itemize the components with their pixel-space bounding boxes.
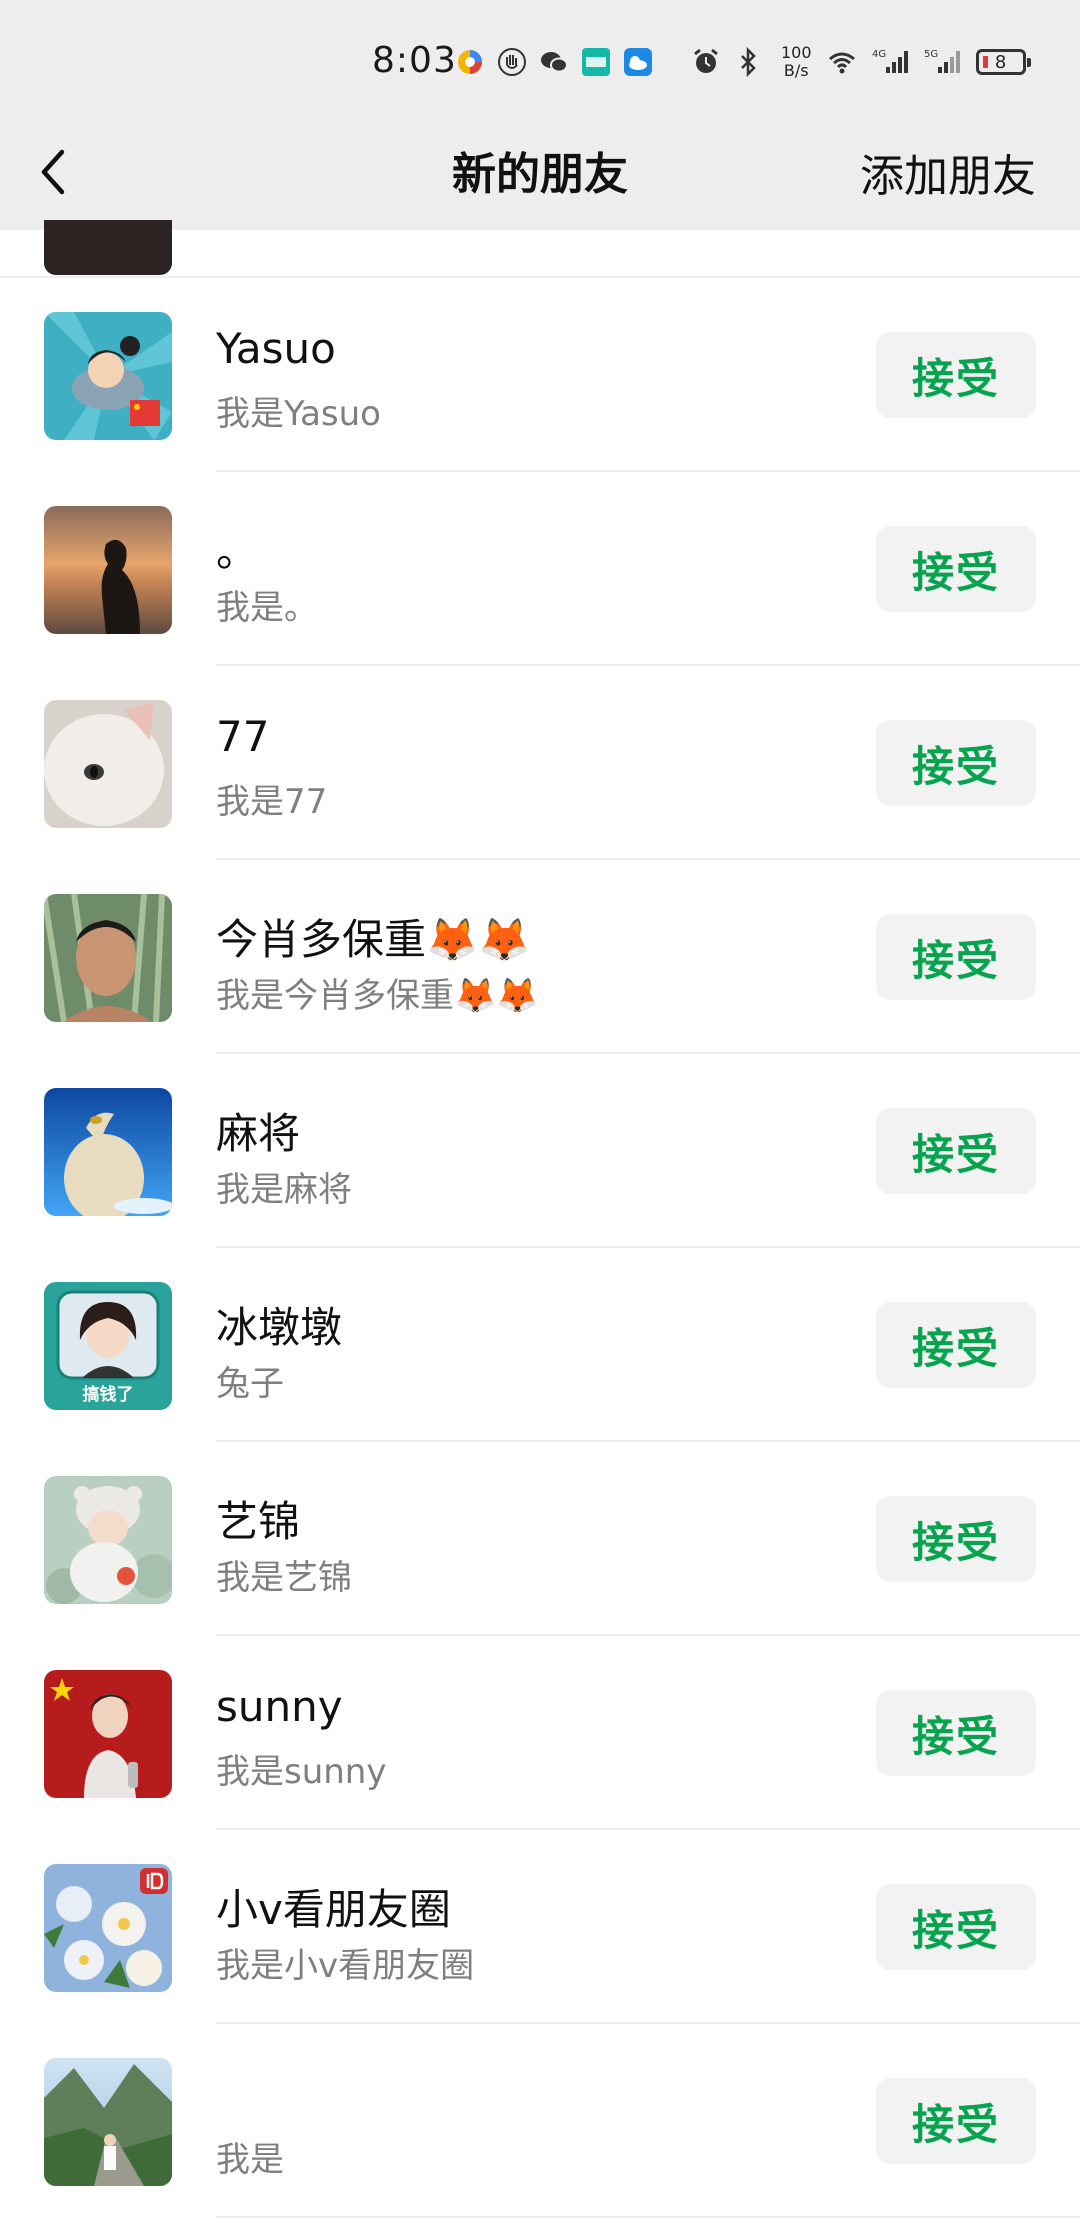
accept-button[interactable]: 接受 [876,1302,1036,1388]
status-icons: 100 B/s 4G 5G 8 [455,42,1031,82]
avatar[interactable] [44,312,172,440]
nav-bar: 新的朋友 添加朋友 [0,120,1080,230]
list-item[interactable]: 小v看朋友圈 我是小v看朋友圈 接受 [0,1830,1080,2024]
signal-icon: 4G [872,49,908,73]
accept-button[interactable]: 接受 [876,526,1036,612]
avatar[interactable] [44,2058,172,2186]
svg-text:搞钱了: 搞钱了 [83,1384,134,1405]
list-item[interactable]: 搞钱了 冰墩墩 兔子 接受 [0,1248,1080,1442]
list-item-partial [0,220,1080,278]
status-bar: 8:03 100 B/s 4G 5G 8 [0,0,1080,120]
avatar[interactable] [44,1088,172,1216]
battery-icon: 8 [975,49,1031,75]
request-name: 。 [216,527,259,576]
wifi-icon [828,52,855,74]
request-message: 我是小v看朋友圈 [216,1946,475,1986]
network-speed: 100 B/s [781,43,812,80]
avatar[interactable] [44,700,172,828]
request-message: 我是sunny [216,1752,387,1792]
avatar[interactable] [44,506,172,634]
accept-button[interactable]: 接受 [876,332,1036,418]
accept-button[interactable]: 接受 [876,720,1036,806]
list-item[interactable]: 麻将 我是麻将 接受 [0,1054,1080,1248]
signal-5g-icon: 5G [924,49,960,73]
wechat-icon [541,52,568,73]
list-item[interactable]: 我是 接受 [0,2024,1080,2218]
avatar[interactable]: 搞钱了 [44,1282,172,1410]
request-name: 冰墩墩 [216,1303,343,1352]
request-message: 我是麻将 [216,1170,352,1210]
hand-icon [498,48,526,76]
request-message: 我是艺锦 [216,1558,352,1598]
request-message: 我是今肖多保重🦊🦊 [216,976,539,1016]
request-name: 今肖多保重🦊🦊 [216,915,531,964]
accept-button[interactable]: 接受 [876,914,1036,1000]
friend-request-list: Yasuo 我是Yasuo 接受 。 我是。 接受 77 我是77 接受 今肖多… [0,220,1080,2218]
accept-button[interactable]: 接受 [876,1690,1036,1776]
request-name: 麻将 [216,1109,301,1158]
accept-button[interactable]: 接受 [876,1108,1036,1194]
alarm-icon [694,48,718,73]
accept-button[interactable]: 接受 [876,2078,1036,2164]
svg-text:5G: 5G [924,49,938,60]
request-message: 我是77 [216,782,328,822]
request-name: Yasuo [216,324,336,373]
accept-button[interactable]: 接受 [876,1496,1036,1582]
request-message: 我是Yasuo [216,394,381,434]
bluetooth-icon [741,47,756,77]
avatar[interactable] [44,1864,172,1992]
list-item[interactable]: sunny 我是sunny 接受 [0,1636,1080,1830]
request-message: 我是 [216,2140,284,2180]
list-item[interactable]: 艺锦 我是艺锦 接受 [0,1442,1080,1636]
request-name: 艺锦 [216,1497,301,1546]
request-message: 我是。 [216,588,318,628]
svg-text:4G: 4G [872,49,886,60]
add-friend-button[interactable]: 添加朋友 [860,140,1036,204]
app-icon [458,50,482,74]
request-message: 兔子 [216,1364,284,1404]
list-item[interactable]: 今肖多保重🦊🦊 我是今肖多保重🦊🦊 接受 [0,860,1080,1054]
boss-icon [582,48,610,76]
request-name: sunny [216,1682,343,1731]
avatar[interactable] [44,894,172,1022]
request-name: 小v看朋友圈 [216,1885,451,1934]
request-name: 77 [216,712,270,761]
weather-icon [624,48,652,76]
status-time: 8:03 [372,40,457,81]
list-item[interactable]: 。 我是。 接受 [0,472,1080,666]
list-item[interactable]: Yasuo 我是Yasuo 接受 [0,278,1080,472]
avatar[interactable] [44,1476,172,1604]
accept-button[interactable]: 接受 [876,1884,1036,1970]
avatar[interactable] [44,1670,172,1798]
list-item[interactable]: 77 我是77 接受 [0,666,1080,860]
